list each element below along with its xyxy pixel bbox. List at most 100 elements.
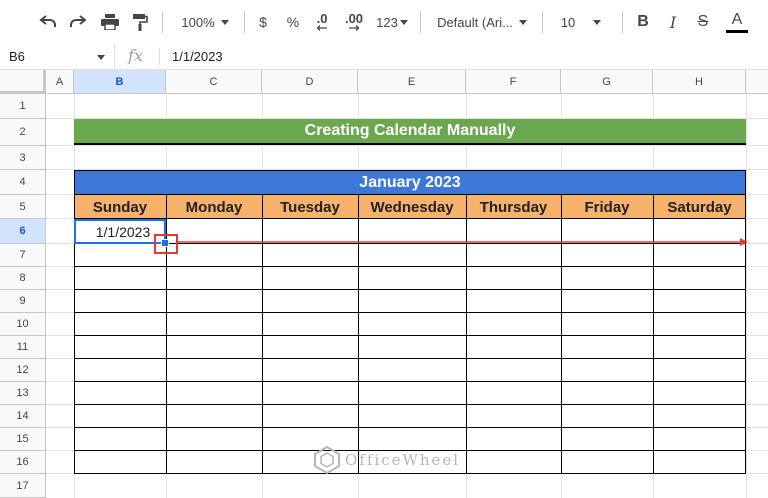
font-size-select[interactable]: 10 — [548, 0, 614, 44]
text-color-label: A — [731, 10, 743, 28]
table-border — [74, 266, 746, 267]
row-header-16[interactable]: 16 — [0, 451, 46, 474]
column-header-h[interactable]: H — [653, 70, 746, 94]
day-header-wednesday[interactable]: Wednesday — [358, 195, 466, 219]
font-select[interactable]: Default (Ari... — [430, 0, 534, 44]
table-border — [74, 194, 746, 195]
row-header-4[interactable]: 4 — [0, 170, 46, 195]
toolbar-divider — [244, 11, 245, 33]
drag-arrow-annotation — [178, 238, 748, 246]
toolbar: 100% $ % .0 .00 123 Default (Ari... 10 B… — [0, 0, 768, 45]
redo-button[interactable] — [64, 0, 92, 44]
undo-icon — [39, 15, 56, 27]
toolbar-divider — [622, 11, 623, 33]
arrow-right-icon — [349, 25, 360, 31]
row-header-11[interactable]: 11 — [0, 336, 46, 359]
increase-decimal-label: .00 — [344, 11, 364, 26]
day-header-tuesday[interactable]: Tuesday — [262, 195, 358, 219]
officewheel-logo-icon — [314, 446, 340, 474]
paint-format-button[interactable] — [126, 0, 154, 44]
table-border — [74, 427, 746, 428]
chevron-down-icon — [593, 19, 602, 25]
calendar-title-cell[interactable]: Creating Calendar Manually — [74, 119, 746, 145]
row-header-12[interactable]: 12 — [0, 359, 46, 382]
chevron-down-icon — [220, 19, 229, 25]
more-formats-button[interactable]: 123 — [372, 0, 412, 44]
formula-bar: B6 fx 1/1/2023 — [0, 44, 768, 70]
table-border — [74, 335, 746, 336]
row-header-8[interactable]: 8 — [0, 267, 46, 290]
text-color-swatch — [726, 29, 748, 33]
chevron-down-icon — [399, 19, 408, 25]
column-header-f[interactable]: F — [466, 70, 561, 94]
arrowhead — [740, 238, 748, 246]
column-header-e[interactable]: E — [358, 70, 466, 94]
spreadsheet-grid[interactable]: A B C D E F G H 1 2 3 4 5 6 7 8 9 10 11 … — [0, 70, 768, 498]
day-header-thursday[interactable]: Thursday — [466, 195, 561, 219]
chevron-down-icon — [518, 19, 527, 25]
month-header-cell[interactable]: January 2023 — [74, 170, 746, 195]
table-border — [74, 358, 746, 359]
selected-cell-b6[interactable]: 1/1/2023 — [74, 219, 166, 244]
zoom-select[interactable]: 100% — [172, 0, 238, 44]
formula-input[interactable]: 1/1/2023 — [172, 49, 223, 64]
arrow-left-icon — [316, 25, 327, 31]
row-header-1[interactable]: 1 — [0, 94, 46, 119]
print-icon — [101, 14, 119, 30]
day-header-sunday[interactable]: Sunday — [74, 195, 166, 219]
row-header-6[interactable]: 6 — [0, 219, 46, 244]
currency-format-button[interactable]: $ — [252, 0, 274, 44]
italic-label: I — [669, 12, 677, 32]
name-box[interactable]: B6 — [0, 44, 115, 69]
gridline — [746, 94, 747, 498]
decrease-decimal-button[interactable]: .0 — [308, 0, 336, 44]
column-header-a[interactable]: A — [46, 70, 74, 94]
column-header-c[interactable]: C — [166, 70, 262, 94]
zoom-value: 100% — [181, 14, 215, 30]
row-header-13[interactable]: 13 — [0, 382, 46, 405]
day-header-monday[interactable]: Monday — [166, 195, 262, 219]
row-header-10[interactable]: 10 — [0, 313, 46, 336]
redo-icon — [70, 15, 87, 27]
table-border — [74, 218, 746, 219]
paint-format-icon — [133, 13, 148, 31]
text-color-button[interactable]: A — [724, 0, 750, 44]
select-all-corner[interactable] — [0, 70, 46, 94]
table-border — [74, 404, 746, 405]
row-header-7[interactable]: 7 — [0, 244, 46, 267]
bold-label: B — [637, 13, 649, 30]
toolbar-divider — [542, 11, 543, 33]
column-header-g[interactable]: G — [561, 70, 653, 94]
row-header-14[interactable]: 14 — [0, 405, 46, 428]
formula-divider — [159, 48, 160, 65]
table-border — [74, 289, 746, 290]
increase-decimal-button[interactable]: .00 — [338, 0, 370, 44]
italic-button[interactable]: I — [662, 0, 684, 44]
chevron-down-icon — [97, 55, 105, 60]
decrease-decimal-label: .0 — [316, 11, 328, 26]
undo-button[interactable] — [34, 0, 62, 44]
column-header-d[interactable]: D — [262, 70, 358, 94]
font-size-value: 10 — [560, 14, 576, 30]
watermark-logo: OfficeWheel — [313, 446, 460, 474]
print-button[interactable] — [96, 0, 124, 44]
strikethrough-button[interactable]: S — [692, 0, 714, 44]
column-header-next[interactable] — [746, 70, 768, 94]
row-header-3[interactable]: 3 — [0, 146, 46, 170]
day-header-friday[interactable]: Friday — [561, 195, 653, 219]
row-header-17[interactable]: 17 — [0, 474, 46, 498]
bold-button[interactable]: B — [632, 0, 654, 44]
column-header-b[interactable]: B — [74, 70, 166, 94]
percent-label: % — [286, 14, 300, 30]
toolbar-divider — [420, 11, 421, 33]
font-value: Default (Ari... — [437, 14, 513, 30]
row-header-15[interactable]: 15 — [0, 428, 46, 451]
day-header-saturday[interactable]: Saturday — [653, 195, 746, 219]
row-header-5[interactable]: 5 — [0, 195, 46, 219]
row-header-9[interactable]: 9 — [0, 290, 46, 313]
row-header-2[interactable]: 2 — [0, 119, 46, 146]
currency-label: $ — [259, 14, 267, 30]
toolbar-divider — [162, 11, 163, 33]
more-formats-label: 123 — [376, 14, 398, 30]
percent-format-button[interactable]: % — [282, 0, 304, 44]
